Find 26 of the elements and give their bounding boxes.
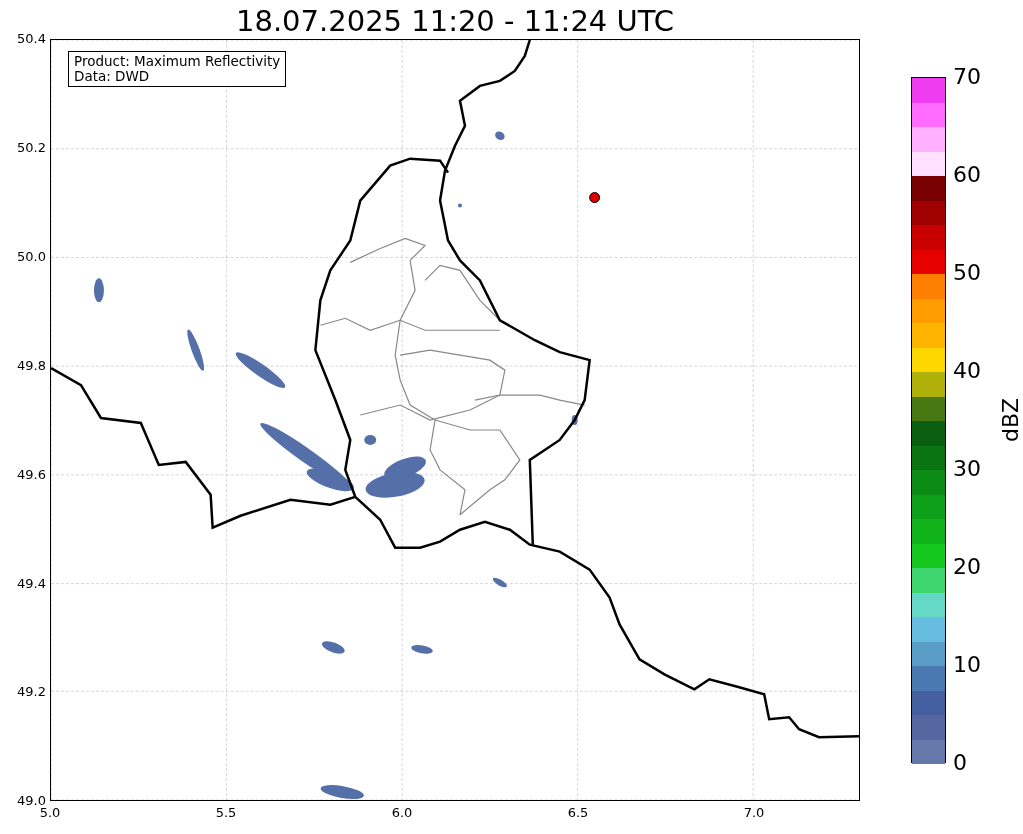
- location-marker: [589, 192, 601, 204]
- y-tick-label: 49.8: [17, 358, 46, 374]
- y-tick-label: 49.0: [17, 793, 46, 808]
- y-tick-label: 49.2: [17, 684, 46, 700]
- chart-title: 18.07.2025 11:20 - 11:24 UTC: [236, 3, 674, 39]
- legend-text: Data: DWD: [74, 69, 151, 84]
- legend-text: Product: Maximum Reflectivity: [74, 54, 281, 69]
- y-tick-label: 50.2: [17, 140, 46, 156]
- x-tick-label: 5.0: [39, 805, 61, 821]
- y-tick-label: 50.0: [17, 249, 46, 265]
- colorbar-tick-label: 0: [953, 750, 967, 776]
- colorbar-tick-label: 20: [953, 554, 981, 580]
- colorbar-tick-label: 50: [953, 260, 981, 286]
- y-tick-label: 49.4: [17, 576, 46, 592]
- colorbar-tick-label: 10: [953, 652, 981, 678]
- y-tick-label: 49.6: [17, 467, 46, 483]
- x-tick-label: 6.0: [391, 805, 413, 821]
- colorbar-tick-label: 40: [953, 358, 981, 384]
- x-tick-label: 7.0: [743, 805, 765, 821]
- x-tick-label: 5.5: [215, 805, 237, 821]
- colorbar-label: dBZ: [998, 397, 1023, 443]
- colorbar-tick-label: 60: [953, 162, 981, 188]
- colorbar-tick-label: 30: [953, 456, 981, 482]
- y-tick-label: 50.4: [17, 31, 46, 47]
- colorbar-tick-label: 70: [953, 64, 981, 90]
- x-tick-label: 6.5: [567, 805, 589, 821]
